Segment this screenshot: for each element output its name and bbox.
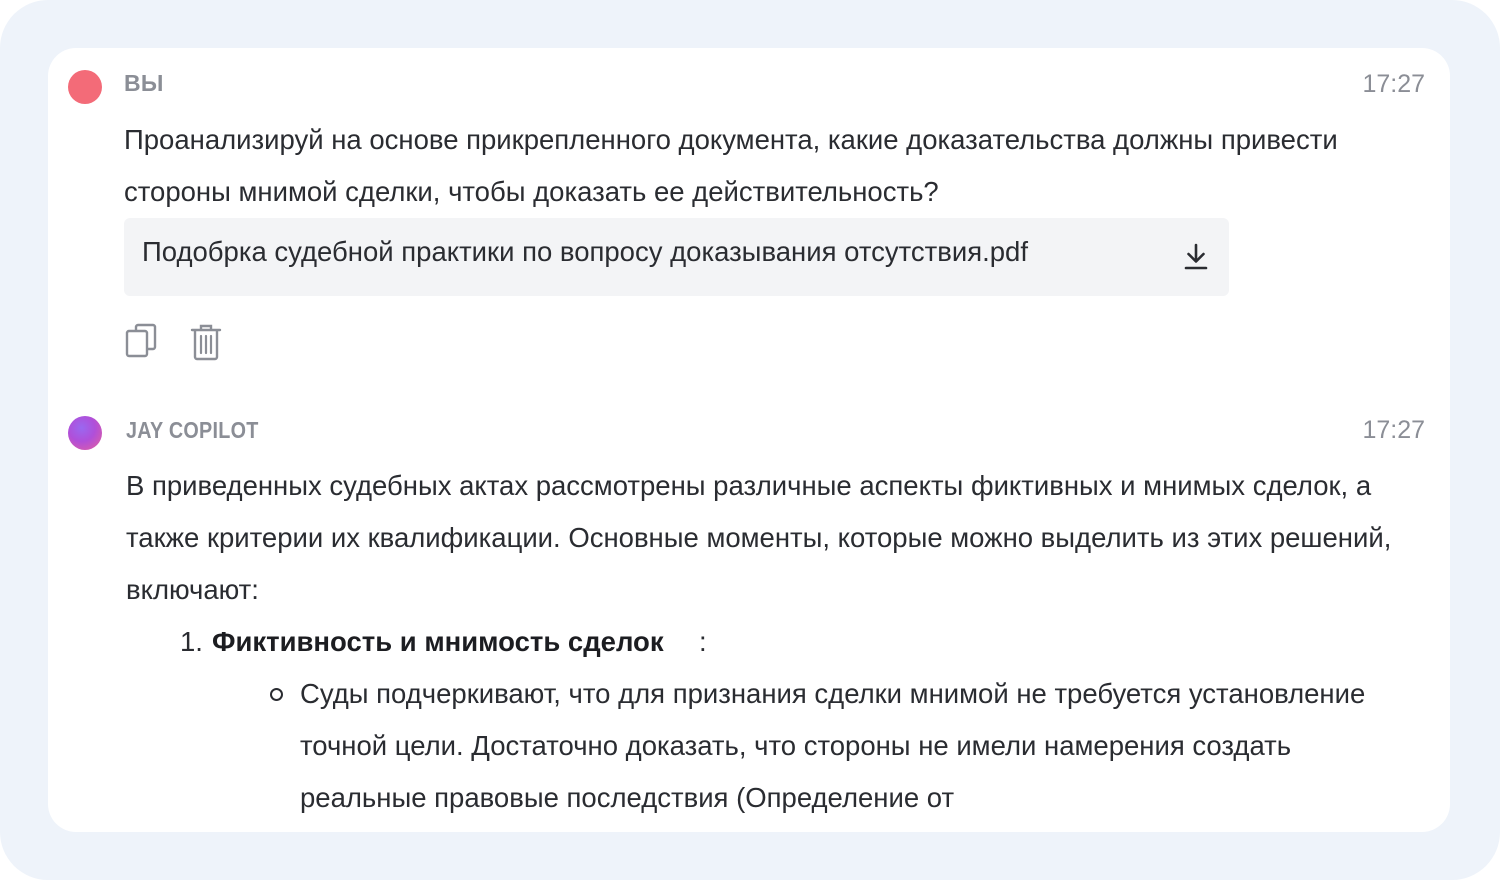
download-icon[interactable] bbox=[1182, 242, 1210, 272]
chat-panel: ВЫ 17:27 Проанализируй на основе прикреп… bbox=[48, 48, 1450, 832]
bot-avatar bbox=[68, 416, 102, 450]
list-item-number: 1. bbox=[180, 626, 203, 657]
app-frame: ВЫ 17:27 Проанализируй на основе прикреп… bbox=[0, 0, 1500, 880]
user-sender-name: ВЫ bbox=[124, 70, 164, 96]
attachment-filename: Подобрка судебной практики по вопросу до… bbox=[142, 236, 1028, 267]
user-avatar bbox=[68, 70, 102, 104]
bot-message-intro: В приведенных судебных актах рассмотрены… bbox=[126, 470, 1392, 605]
trash-icon[interactable] bbox=[188, 322, 224, 362]
list-bullet bbox=[270, 688, 283, 701]
attachment-file[interactable]: Подобрка судебной практики по вопросу до… bbox=[124, 218, 1229, 296]
list-sub-item: Суды подчеркивают, что для признания сде… bbox=[300, 678, 1366, 813]
list-item-colon: : bbox=[699, 626, 707, 657]
bot-message-time: 17:27 bbox=[1362, 416, 1425, 444]
copy-icon[interactable] bbox=[124, 322, 160, 362]
bot-sender-name: JAY COPILOT bbox=[126, 417, 259, 443]
user-message-time: 17:27 bbox=[1362, 70, 1425, 98]
user-message-text: Проанализируй на основе прикрепленного д… bbox=[124, 124, 1338, 207]
list-item-title: Фиктивность и мнимость сделок bbox=[212, 626, 664, 657]
